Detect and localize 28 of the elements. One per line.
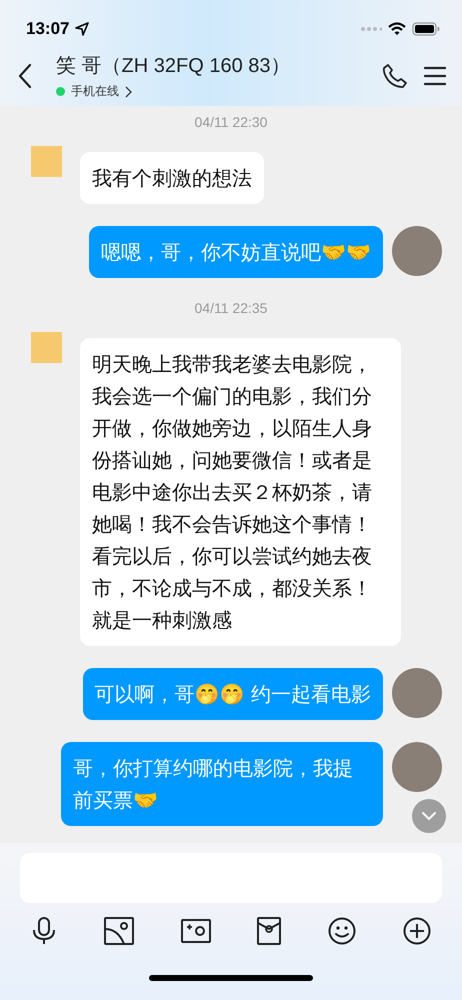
- message-timestamp: 04/11 22:35: [194, 300, 268, 316]
- avatar-photo-placeholder[interactable]: [392, 668, 442, 718]
- chevron-down-icon[interactable]: [421, 811, 437, 821]
- incoming-message: 我有个刺激的想法: [80, 152, 264, 204]
- status-time: 13:07: [26, 19, 70, 39]
- message-timestamp: 04/11 22:30: [194, 114, 268, 130]
- chevron-right-icon[interactable]: [125, 86, 132, 98]
- contact-name: 笑 哥（ZH 32FQ 160 83）: [56, 54, 292, 79]
- image-icon[interactable]: [104, 917, 134, 945]
- back-icon[interactable]: [18, 63, 32, 89]
- battery-icon: [412, 22, 440, 36]
- add-icon[interactable]: [402, 917, 431, 945]
- outgoing-message: 哥，你打算约哪的电影院，我提前买票🤝: [61, 742, 383, 826]
- avatar-photo-placeholder[interactable]: [392, 226, 442, 276]
- emoji-icon[interactable]: [328, 917, 356, 945]
- envelope-icon[interactable]: [257, 917, 282, 945]
- menu-icon[interactable]: [424, 66, 446, 86]
- microphone-icon[interactable]: [31, 917, 57, 945]
- presence-status[interactable]: 手机在线: [71, 83, 119, 100]
- location-arrow-icon: [75, 22, 90, 36]
- outgoing-message: 可以啊，哥🤭🤭 约一起看电影: [82, 668, 383, 720]
- signal-dots-icon: [360, 26, 382, 32]
- avatar-photo-placeholder[interactable]: [392, 742, 442, 792]
- wifi-icon: [388, 22, 406, 36]
- incoming-message: 明天晚上我带我老婆去电影院，我会选一个偏门的电影，我们分开做，你做她旁边，以陌生人身份搭讪她，问她要微信！或者是电影中途你出去买２杯奶茶，请她喝！我不会告诉她这个事情！看完以后，你可以尝试约她去夜市，不论成与不成，都没关系！就是一种刺激感: [80, 338, 401, 646]
- outgoing-message: 嗯嗯，哥，你不妨直说吧🤝🤝: [89, 226, 383, 278]
- camera-icon[interactable]: [180, 918, 211, 944]
- scroll-down-button[interactable]: [412, 799, 446, 833]
